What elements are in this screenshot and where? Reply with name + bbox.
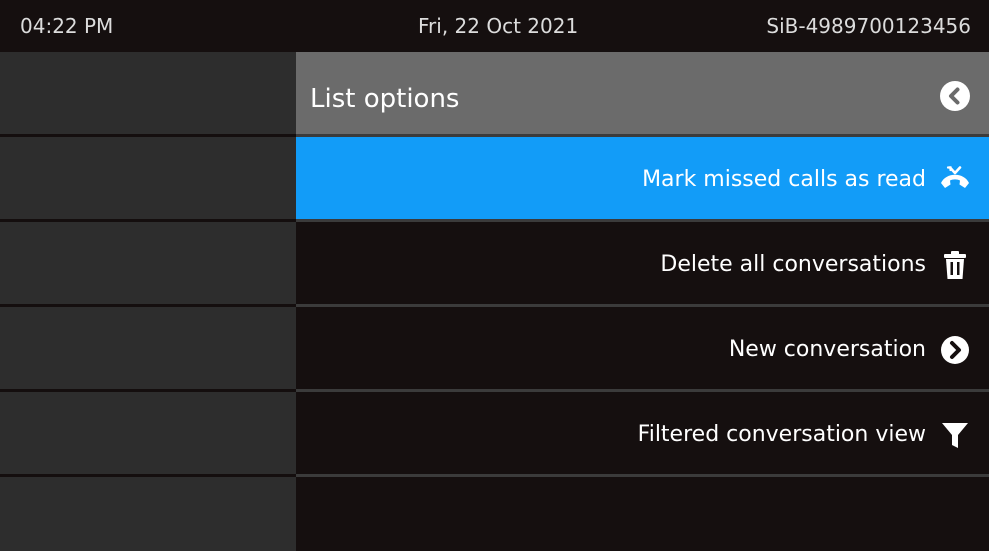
status-date: Fri, 22 Oct 2021 xyxy=(418,14,579,38)
option-label: Mark missed calls as read xyxy=(642,167,926,192)
phone-screen: 04:22 PM Fri, 22 Oct 2021 SiB-4989700123… xyxy=(0,0,989,551)
chevron-right-circle-icon xyxy=(938,333,972,367)
status-bar: 04:22 PM Fri, 22 Oct 2021 SiB-4989700123… xyxy=(0,0,989,52)
left-tile xyxy=(0,477,296,551)
option-label: New conversation xyxy=(728,337,926,362)
option-label: Filtered conversation view xyxy=(637,422,926,447)
back-button[interactable] xyxy=(940,81,970,111)
panel-header: List options xyxy=(296,52,989,134)
left-tile xyxy=(0,392,296,474)
option-new-conversation[interactable]: New conversation xyxy=(296,307,989,389)
left-tile xyxy=(0,222,296,304)
status-time: 04:22 PM xyxy=(20,14,114,38)
option-mark-missed-calls-read[interactable]: Mark missed calls as read xyxy=(296,137,989,219)
empty-row xyxy=(296,477,989,551)
left-column xyxy=(0,52,296,551)
list-options-panel: List options Mark missed calls as read D… xyxy=(296,52,989,551)
left-tile xyxy=(0,52,296,134)
trash-icon xyxy=(938,248,972,282)
left-tile xyxy=(0,137,296,219)
option-delete-all-conversations[interactable]: Delete all conversations xyxy=(296,222,989,304)
status-device-id: SiB-4989700123456 xyxy=(766,14,971,38)
option-label: Delete all conversations xyxy=(660,252,926,277)
filter-icon xyxy=(938,418,972,452)
chevron-left-circle-icon xyxy=(949,87,960,105)
missed-call-icon xyxy=(938,163,972,197)
panel-title: List options xyxy=(310,84,460,114)
option-filtered-conversation-view[interactable]: Filtered conversation view xyxy=(296,392,989,474)
left-tile xyxy=(0,307,296,389)
